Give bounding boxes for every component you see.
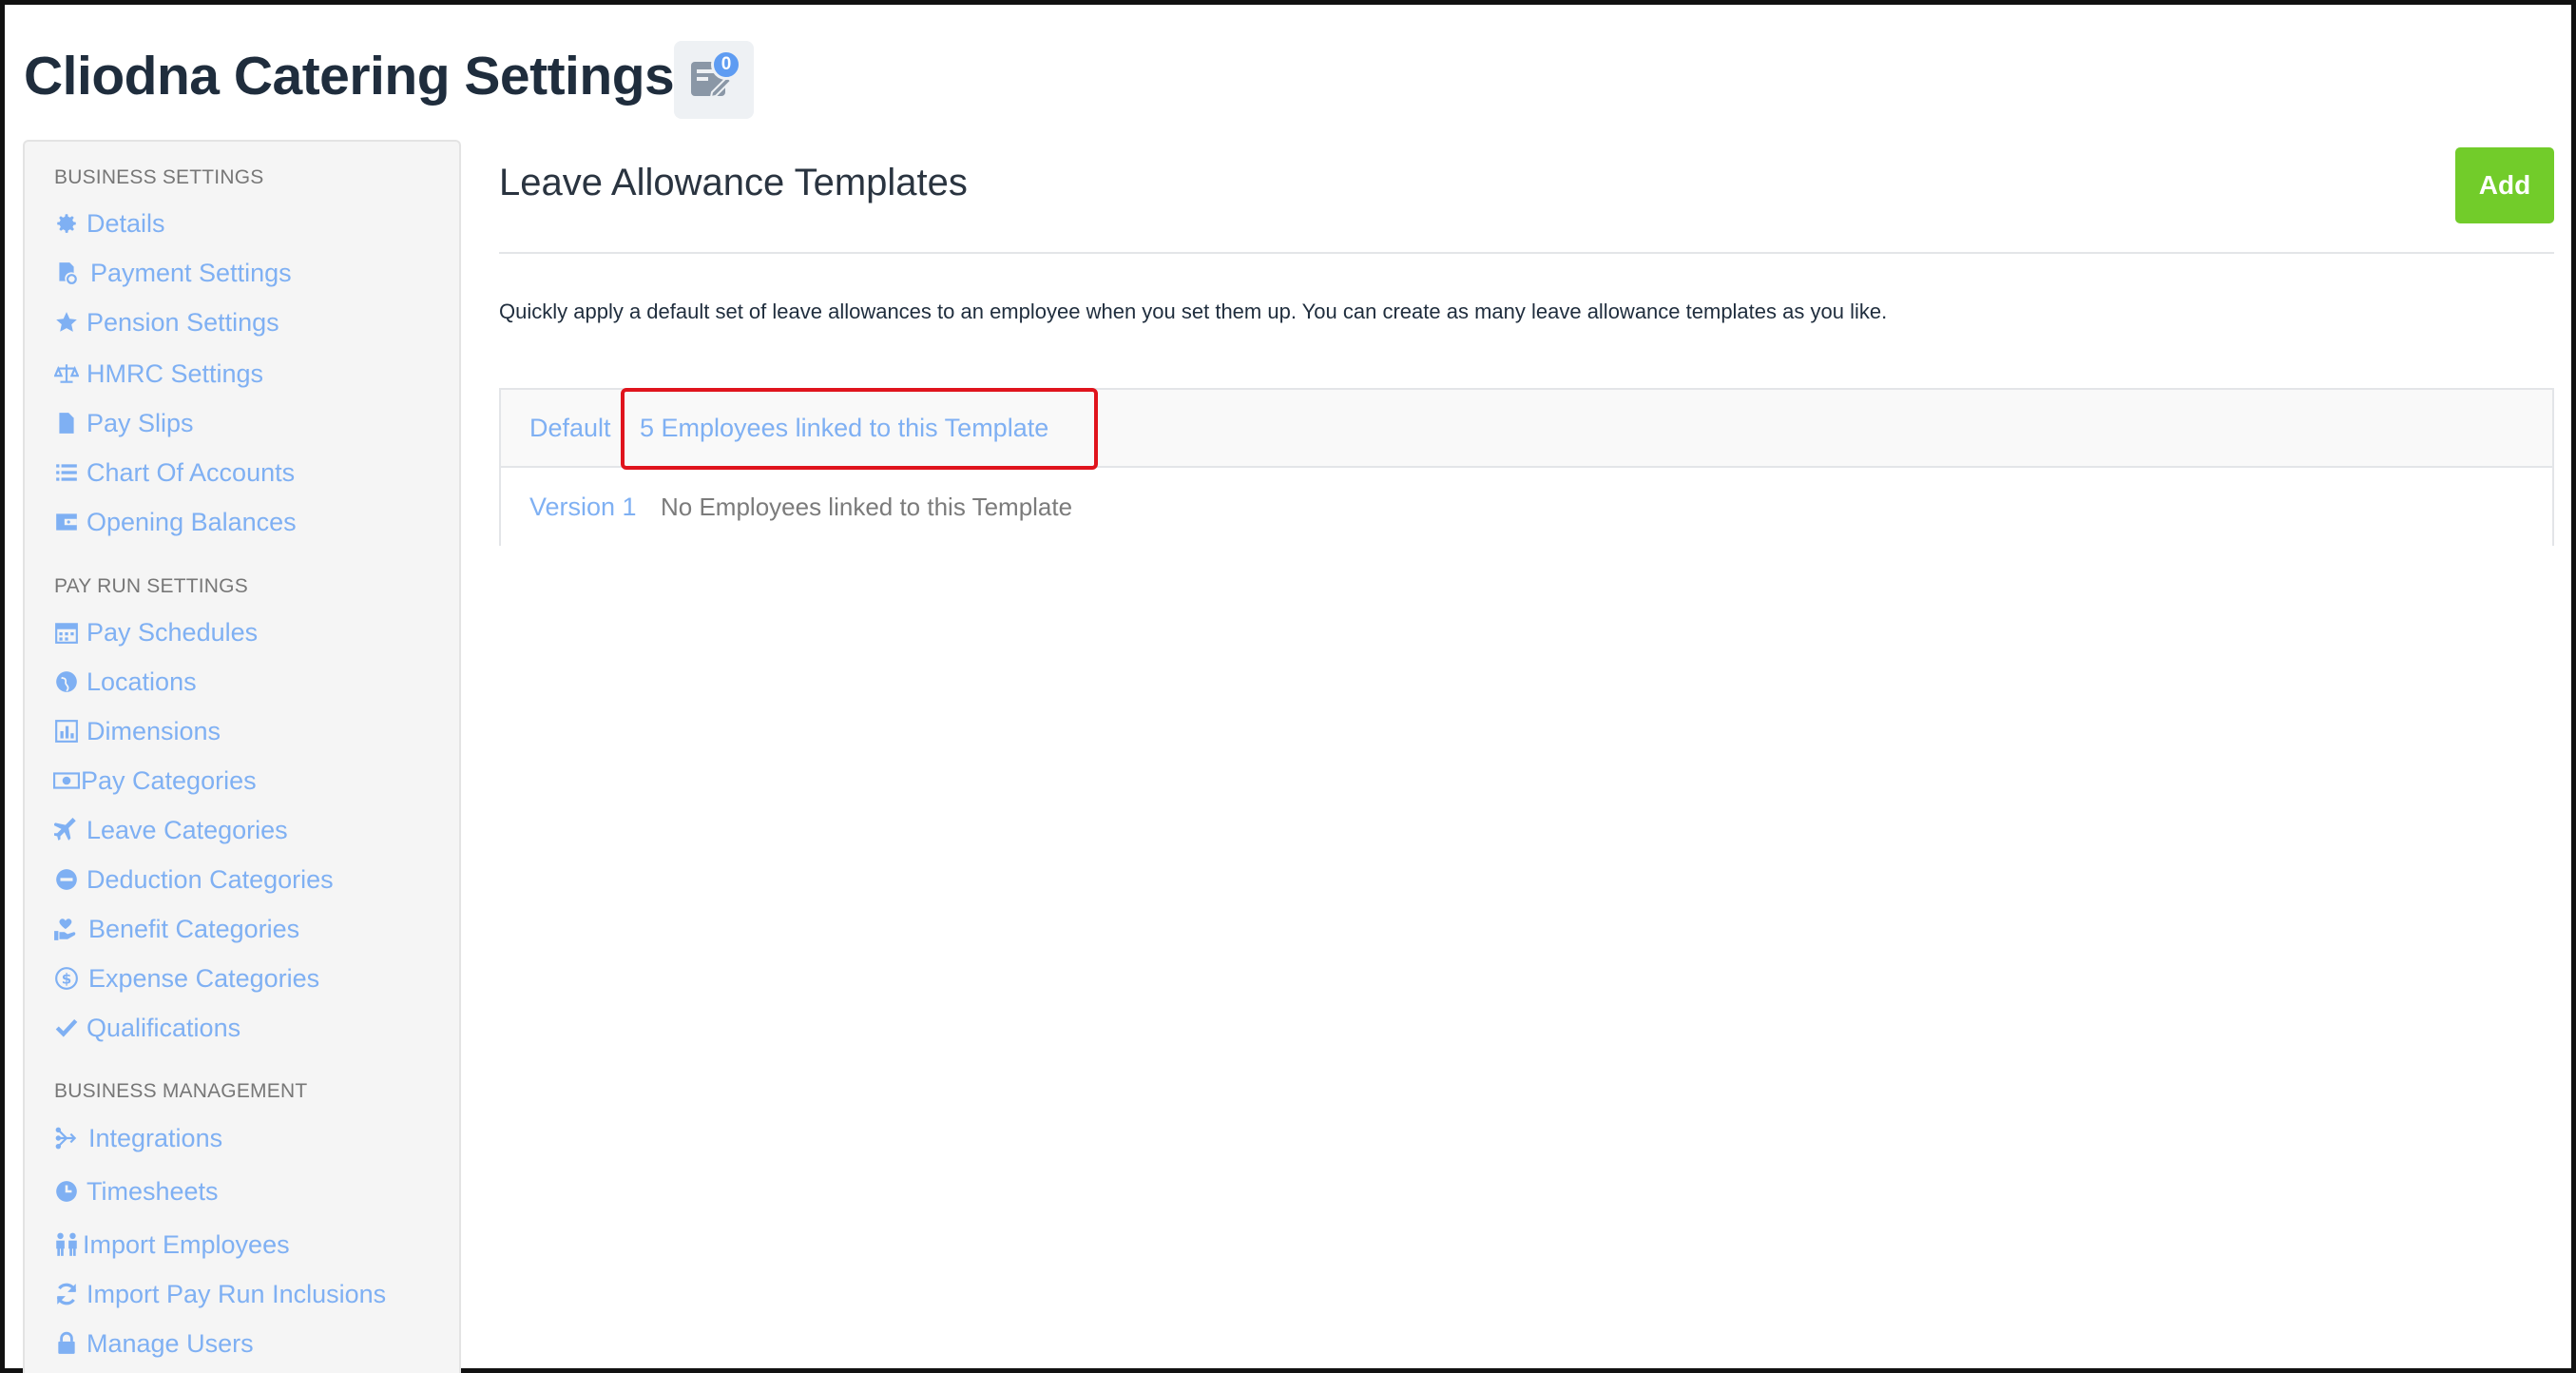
- sidebar-item-label: Import Employees: [83, 1229, 290, 1259]
- sidebar-item-label: Pay Slips: [87, 408, 194, 437]
- wallet-icon: [52, 508, 81, 536]
- title-divider: [499, 252, 2554, 254]
- sidebar-item-label: Pension Settings: [87, 307, 279, 337]
- bar-chart-icon: [52, 717, 81, 745]
- people-icon: [52, 1230, 81, 1259]
- sidebar-item-label: Qualifications: [87, 1013, 241, 1042]
- payment-icon: [52, 259, 81, 287]
- sidebar-item-label: Benefit Categories: [88, 914, 300, 943]
- lock-icon: [52, 1329, 81, 1358]
- templates-table: Default 5 Employees linked to this Templ…: [499, 388, 2554, 546]
- section-pay-run-settings: PAY RUN SETTINGS: [54, 575, 248, 597]
- money-icon: [52, 766, 81, 795]
- sidebar-item-payment-settings[interactable]: Payment Settings: [52, 254, 292, 292]
- sidebar-item-label: Locations: [87, 667, 197, 696]
- linked-employees-link[interactable]: 5 Employees linked to this Template: [640, 414, 1048, 443]
- sidebar-item-details[interactable]: Details: [52, 204, 165, 242]
- sidebar-item-label: HMRC Settings: [87, 358, 264, 388]
- add-template-button[interactable]: Add: [2455, 147, 2554, 223]
- settings-sidebar: BUSINESS SETTINGS Details Payment Settin…: [23, 140, 461, 1373]
- integration-icon: [52, 1124, 81, 1152]
- section-title: Leave Allowance Templates: [499, 162, 968, 203]
- notes-count-badge: 0: [711, 49, 741, 80]
- sidebar-item-leave-categories[interactable]: Leave Categories: [52, 811, 288, 849]
- sidebar-item-qualifications[interactable]: Qualifications: [52, 1009, 240, 1047]
- sidebar-item-label: Deduction Categories: [87, 864, 334, 894]
- minus-circle-icon: [52, 865, 81, 894]
- sidebar-item-label: Expense Categories: [88, 963, 320, 993]
- sidebar-item-pay-slips[interactable]: Pay Slips: [52, 404, 194, 442]
- app-window: Cliodna Catering Settings 0 BUSINESS SET…: [0, 0, 2576, 1373]
- sidebar-item-label: Integrations: [88, 1123, 223, 1152]
- star-icon: [52, 308, 81, 337]
- sidebar-item-label: Opening Balances: [87, 507, 297, 536]
- sidebar-item-deduction-categories[interactable]: Deduction Categories: [52, 861, 334, 899]
- table-row: Version 1 No Employees linked to this Te…: [501, 468, 2552, 546]
- calendar-icon: [52, 618, 81, 647]
- page-description: Quickly apply a default set of leave all…: [499, 300, 1888, 323]
- plane-icon: [52, 816, 81, 844]
- sidebar-item-expense-categories[interactable]: $ Expense Categories: [52, 959, 319, 997]
- sidebar-item-chart-of-accounts[interactable]: Chart Of Accounts: [52, 454, 295, 492]
- sidebar-item-label: Chart Of Accounts: [87, 457, 296, 487]
- hand-heart-icon: [52, 915, 81, 943]
- template-name-link[interactable]: Version 1: [529, 493, 637, 522]
- section-business-settings: BUSINESS SETTINGS: [54, 166, 264, 188]
- notes-button[interactable]: 0: [674, 41, 754, 119]
- sidebar-item-label: Pay Schedules: [87, 617, 259, 647]
- check-icon: [52, 1014, 81, 1042]
- sidebar-item-label: Pay Categories: [81, 765, 257, 795]
- sidebar-item-benefit-categories[interactable]: Benefit Categories: [52, 910, 299, 948]
- sidebar-item-label: Dimensions: [87, 716, 221, 745]
- table-row: Default 5 Employees linked to this Templ…: [501, 390, 2552, 468]
- scales-icon: [52, 359, 81, 388]
- sidebar-item-pay-categories[interactable]: Pay Categories: [52, 762, 257, 800]
- sidebar-item-timesheets[interactable]: Timesheets: [52, 1172, 219, 1210]
- sidebar-item-label: Timesheets: [87, 1176, 219, 1206]
- svg-text:$: $: [62, 970, 72, 987]
- list-icon: [52, 458, 81, 487]
- sidebar-item-label: Payment Settings: [90, 258, 292, 287]
- sidebar-item-label: Import Pay Run Inclusions: [87, 1279, 387, 1308]
- linked-employees-text: No Employees linked to this Template: [661, 492, 1073, 521]
- template-name-link[interactable]: Default: [529, 414, 611, 443]
- sidebar-item-pension-settings[interactable]: Pension Settings: [52, 303, 279, 341]
- clock-icon: [52, 1177, 81, 1206]
- sidebar-item-manage-users[interactable]: Manage Users: [52, 1325, 254, 1363]
- globe-icon: [52, 667, 81, 696]
- sidebar-item-import-pay-run-inclusions[interactable]: Import Pay Run Inclusions: [52, 1275, 386, 1313]
- sidebar-item-locations[interactable]: Locations: [52, 663, 197, 701]
- gear-icon: [52, 209, 81, 238]
- refresh-icon: [52, 1280, 81, 1308]
- sidebar-item-integrations[interactable]: Integrations: [52, 1119, 222, 1157]
- sidebar-item-import-employees[interactable]: Import Employees: [52, 1226, 290, 1264]
- sidebar-item-pay-schedules[interactable]: Pay Schedules: [52, 613, 258, 651]
- sidebar-item-label: Details: [87, 208, 165, 238]
- page-title: Cliodna Catering Settings: [24, 46, 675, 106]
- sidebar-item-dimensions[interactable]: Dimensions: [52, 712, 221, 750]
- sidebar-item-label: Leave Categories: [87, 815, 288, 844]
- file-icon: [52, 409, 81, 437]
- sidebar-item-hmrc-settings[interactable]: HMRC Settings: [52, 355, 263, 393]
- sidebar-item-opening-balances[interactable]: Opening Balances: [52, 503, 297, 541]
- section-business-management: BUSINESS MANAGEMENT: [54, 1080, 308, 1102]
- sidebar-item-label: Manage Users: [87, 1328, 254, 1358]
- dollar-circle-icon: $: [52, 964, 81, 993]
